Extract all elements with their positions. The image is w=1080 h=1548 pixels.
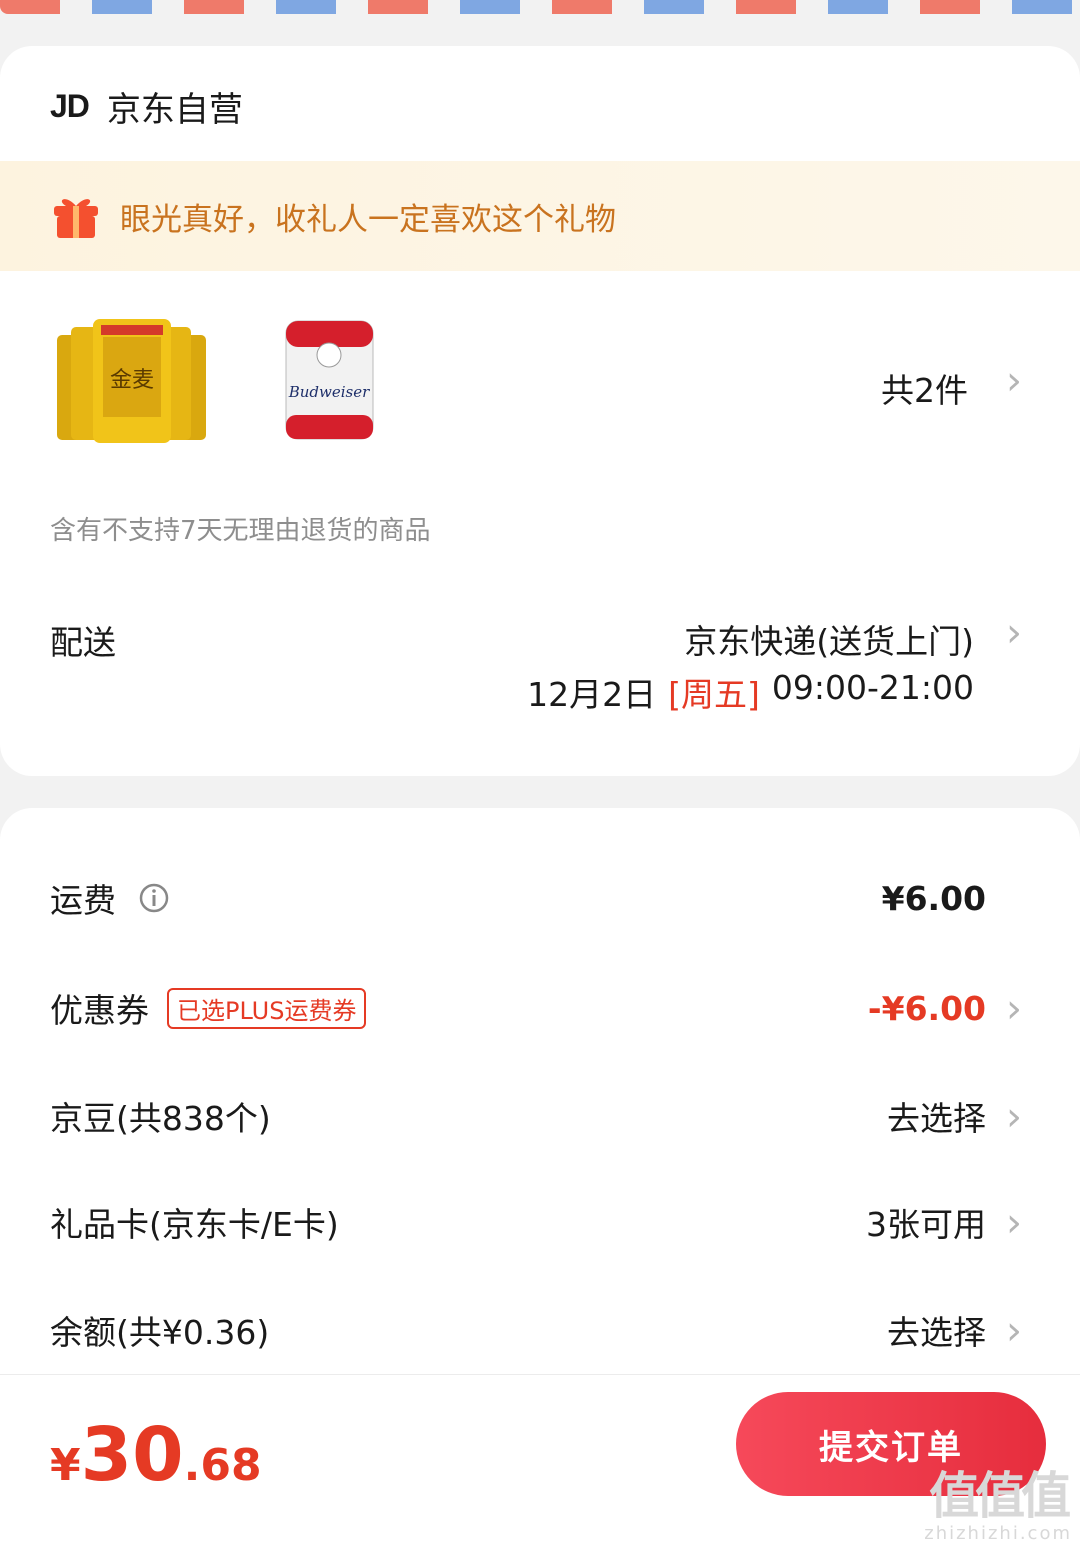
freight-value: ¥6.00 xyxy=(881,878,986,918)
freight-row: 运费 ¥6.00 xyxy=(50,868,1080,928)
shipping-window: 09:00-21:00 xyxy=(771,668,974,707)
gift-banner: 眼光真好，收礼人一定喜欢这个礼物 xyxy=(0,161,1080,271)
chevron-right-icon[interactable]: › xyxy=(1006,986,1022,1032)
shipping-date: 12月2日 xyxy=(527,675,657,714)
total-decimal: .68 xyxy=(183,1440,262,1491)
coupon-tag: 已选PLUS运费券 xyxy=(167,987,367,1029)
balance-value: 去选择 xyxy=(887,1313,986,1352)
product-image-budweiser[interactable]: Budweiser xyxy=(282,315,377,443)
chevron-right-icon[interactable]: › xyxy=(1006,358,1022,404)
jingdou-row[interactable]: 京豆(共838个) 去选择 xyxy=(50,1086,1080,1146)
total-currency: ¥ xyxy=(50,1440,81,1491)
shipping-time[interactable]: 12月2日 [周五] 09:00-21:00 xyxy=(527,668,974,716)
chevron-right-icon[interactable]: › xyxy=(1006,1308,1022,1354)
order-total: ¥30.68 xyxy=(50,1412,262,1498)
watermark-url: zhizhizhi.com xyxy=(924,1523,1072,1544)
giftcard-value: 3张可用 xyxy=(866,1205,986,1244)
store-name: 京东自营 xyxy=(106,90,243,130)
jd-logo: JD xyxy=(50,88,90,124)
freight-label: 运费 xyxy=(50,881,116,920)
return-policy-note: 含有不支持7天无理由退货的商品 xyxy=(50,516,431,546)
chevron-right-icon[interactable]: › xyxy=(1006,610,1022,656)
chevron-right-icon[interactable]: › xyxy=(1006,1094,1022,1140)
total-integer: 30 xyxy=(80,1412,184,1498)
envelope-stripe xyxy=(0,0,1080,14)
chevron-right-icon[interactable]: › xyxy=(1006,1200,1022,1246)
product-image-gold-beer[interactable]: 金麦 xyxy=(55,315,210,445)
giftcard-label: 礼品卡(京东卡/E卡) xyxy=(50,1205,339,1244)
svg-text:金麦: 金麦 xyxy=(110,368,154,393)
item-count[interactable]: 共2件 xyxy=(881,364,968,412)
watermark: 值值值 zhizhizhi.com xyxy=(924,1469,1072,1544)
coupon-value: -¥6.00 xyxy=(867,988,986,1028)
shipping-method[interactable]: 京东快递(送货上门) xyxy=(684,615,974,663)
gift-banner-text: 眼光真好，收礼人一定喜欢这个礼物 xyxy=(120,201,616,238)
jingdou-value: 去选择 xyxy=(887,1099,986,1138)
coupon-row[interactable]: 优惠券 已选PLUS运费券 -¥6.00 xyxy=(50,978,1080,1038)
jingdou-label: 京豆(共838个) xyxy=(50,1099,271,1138)
coupon-label: 优惠券 xyxy=(50,991,149,1030)
store-header: JD 京东自营 xyxy=(50,82,243,131)
gift-icon xyxy=(54,199,98,238)
balance-row[interactable]: 余额(共¥0.36) 去选择 xyxy=(50,1300,1080,1360)
watermark-logo: 值值值 xyxy=(929,1467,1071,1525)
svg-text:Budweiser: Budweiser xyxy=(288,383,370,401)
shipping-weekday: [周五] xyxy=(668,675,760,714)
info-icon[interactable] xyxy=(138,882,170,914)
giftcard-row[interactable]: 礼品卡(京东卡/E卡) 3张可用 xyxy=(50,1192,1080,1252)
shipping-label: 配送 xyxy=(50,623,116,662)
balance-label: 余额(共¥0.36) xyxy=(50,1313,270,1352)
